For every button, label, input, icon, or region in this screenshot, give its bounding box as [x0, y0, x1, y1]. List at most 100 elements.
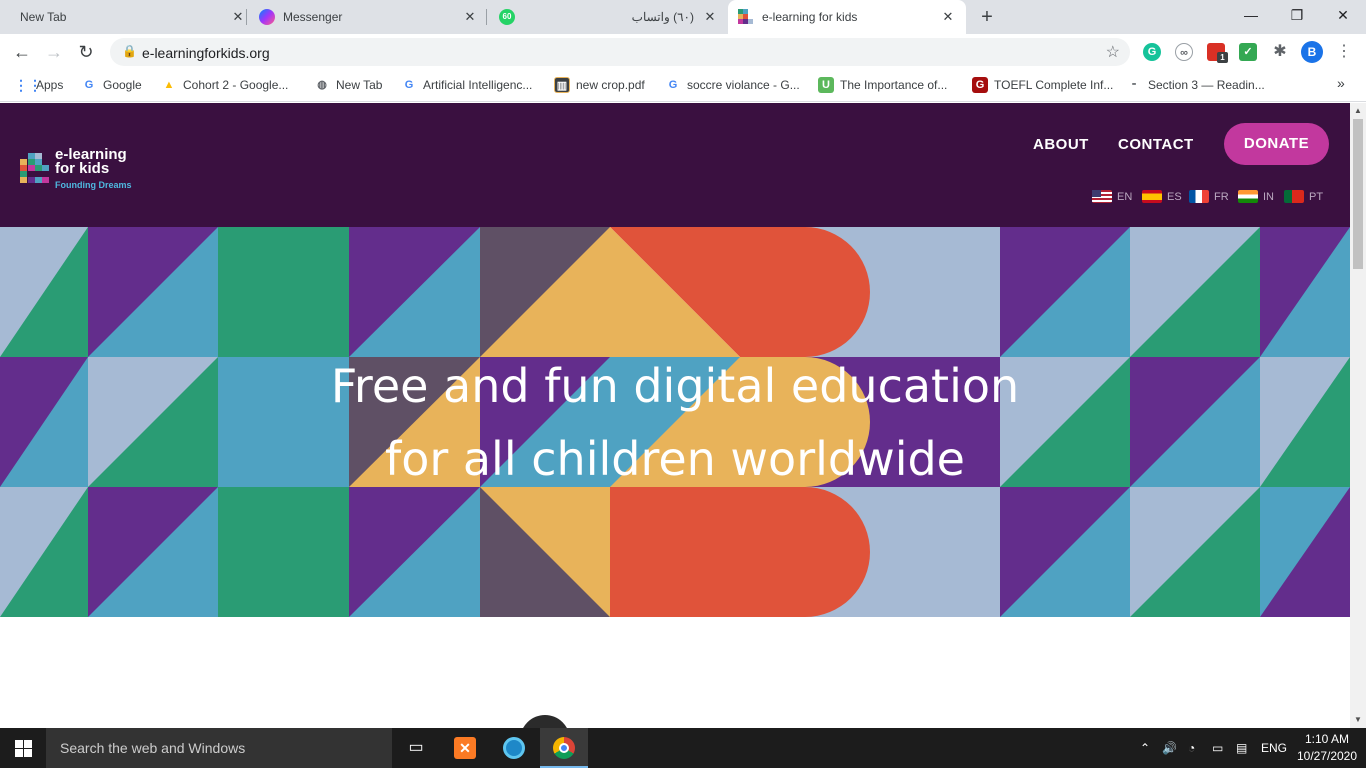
- language-en[interactable]: EN: [1092, 190, 1132, 203]
- url-text: e-learningforkids.org: [142, 45, 270, 61]
- tab-separator: [486, 9, 487, 25]
- apps-grid-icon: ⋮⋮: [14, 77, 42, 93]
- hero-geometric-pattern: [0, 227, 1350, 617]
- logo-mark-icon: [20, 153, 49, 183]
- bookmark-cohort[interactable]: ▲ Cohort 2 - Google...: [161, 77, 289, 95]
- wifi-icon[interactable]: ◔: [1188, 728, 1195, 768]
- nav-contact-link[interactable]: CONTACT: [1118, 136, 1194, 153]
- bookmark-new-tab[interactable]: ◍ New Tab: [314, 77, 382, 95]
- extension-badge: 1: [1217, 52, 1228, 63]
- input-language[interactable]: ENG: [1261, 728, 1287, 768]
- france-flag-icon: [1189, 190, 1209, 203]
- tab-title: (٦٠) واتساب: [631, 10, 694, 24]
- windows-logo-icon: [15, 740, 32, 757]
- bookmark-section-3[interactable]: ⁃ Section 3 — Readin...: [1126, 77, 1264, 95]
- browser-toolbar: ← → ↻ 🔒 e-learningforkids.org ☆ G ∞ 1 ✓ …: [0, 34, 1366, 70]
- profile-avatar[interactable]: B: [1301, 41, 1323, 63]
- volume-icon[interactable]: 🔊: [1162, 728, 1177, 768]
- close-tab-icon[interactable]: ✕: [940, 9, 956, 25]
- taskbar-search-box[interactable]: Search the web and Windows: [46, 728, 392, 768]
- language-pt[interactable]: PT: [1284, 190, 1323, 203]
- close-tab-icon[interactable]: ✕: [702, 9, 718, 25]
- tab-title: Messenger: [283, 10, 343, 24]
- us-flag-icon: [1092, 190, 1112, 203]
- task-view-icon[interactable]: ▭: [392, 728, 440, 768]
- bookmark-star-icon[interactable]: ☆: [1106, 42, 1120, 62]
- tray-chevron-up-icon[interactable]: ⌃: [1140, 728, 1150, 768]
- nav-about-link[interactable]: ABOUT: [1033, 136, 1089, 153]
- donate-button[interactable]: DONATE: [1224, 123, 1329, 165]
- chrome-taskbar-icon[interactable]: [540, 728, 588, 768]
- clock-time: 1:10 AM: [1304, 732, 1350, 746]
- forward-arrow-icon[interactable]: →: [43, 41, 65, 63]
- media-app-icon[interactable]: [490, 728, 538, 768]
- film-reel-logo: [503, 737, 525, 759]
- bookmarks-overflow-button[interactable]: »: [1337, 75, 1345, 93]
- windows-start-button[interactable]: [0, 728, 46, 768]
- extensions-puzzle-icon[interactable]: ✱: [1269, 41, 1291, 63]
- language-fr[interactable]: FR: [1189, 190, 1229, 203]
- tab-whatsapp[interactable]: 60 (٦٠) واتساب ✕: [490, 0, 726, 34]
- scroll-up-arrow-icon[interactable]: ▲: [1350, 103, 1366, 119]
- portugal-flag-icon: [1284, 190, 1304, 203]
- bookmark-toefl[interactable]: G TOEFL Complete Inf...: [972, 77, 1113, 95]
- page-scrollbar[interactable]: ▲ ▼: [1350, 103, 1366, 728]
- tab-new-tab[interactable]: New Tab ✕: [8, 0, 246, 34]
- clock[interactable]: 1:10 AM 10/27/2020: [1294, 731, 1360, 765]
- xampp-app-icon[interactable]: ✕: [441, 728, 489, 768]
- language-es[interactable]: ES: [1142, 190, 1182, 203]
- chrome-logo: [553, 737, 575, 759]
- bookmarks-bar: ⋮⋮Apps G Google ▲ Cohort 2 - Google... ◍ Ne…: [0, 70, 1366, 102]
- bookmark-google[interactable]: G Google: [81, 77, 142, 95]
- google-icon: G: [404, 79, 414, 91]
- minimize-button[interactable]: —: [1228, 0, 1274, 30]
- close-window-button[interactable]: ✕: [1320, 0, 1366, 30]
- menu-kebab-icon[interactable]: ⋮: [1333, 41, 1355, 63]
- site-logo[interactable]: e-learning for kids Founding Dreams: [20, 147, 150, 193]
- e-learning-favicon: [738, 9, 754, 25]
- language-in[interactable]: IN: [1238, 190, 1274, 203]
- spain-flag-icon: [1142, 190, 1162, 203]
- reload-icon[interactable]: ↻: [75, 41, 97, 63]
- hero-heading-line-1: Free and fun digital education: [330, 359, 1020, 413]
- google-icon: G: [668, 79, 678, 91]
- tab-title: e-learning for kids: [762, 10, 858, 24]
- grammarly-icon[interactable]: G: [1143, 43, 1161, 61]
- partial-image: [520, 715, 570, 728]
- adblock-icon[interactable]: 1: [1207, 43, 1228, 63]
- bookmark-apps[interactable]: ⋮⋮Apps: [14, 77, 63, 95]
- scroll-down-arrow-icon[interactable]: ▼: [1350, 712, 1366, 728]
- logo-text: e-learning for kids: [55, 147, 127, 176]
- pdf-icon: ▥: [554, 77, 570, 93]
- bookmark-artificial-intelligence[interactable]: G Artificial Intelligenc...: [401, 77, 533, 95]
- xampp-logo: ✕: [454, 737, 476, 759]
- lock-icon: 🔒: [122, 44, 137, 58]
- site-header: e-learning for kids Founding Dreams ABOU…: [0, 103, 1350, 227]
- globe-icon: ◍: [317, 79, 327, 91]
- close-tab-icon[interactable]: ✕: [230, 9, 246, 25]
- close-tab-icon[interactable]: ✕: [462, 9, 478, 25]
- web-page: e-learning for kids Founding Dreams ABOU…: [0, 103, 1350, 728]
- bookmark-soccre-violance[interactable]: Gsoccre violance - G...: [665, 77, 800, 95]
- windows-taskbar: Search the web and Windows ▭ ✕ ⌃ 🔊 ◔ ▭ ▤…: [0, 728, 1366, 768]
- address-bar[interactable]: 🔒 e-learningforkids.org ☆: [110, 38, 1130, 66]
- india-flag-icon: [1238, 190, 1258, 203]
- dash-icon: ⁃: [1131, 79, 1137, 91]
- battery-icon[interactable]: ▭: [1212, 728, 1223, 768]
- action-center-icon[interactable]: ▤: [1236, 728, 1247, 768]
- tab-e-learning-for-kids[interactable]: e-learning for kids ✕: [728, 0, 966, 34]
- bookmark-new-crop-pdf[interactable]: ▥ new crop.pdf: [554, 77, 645, 95]
- new-tab-button[interactable]: +: [976, 4, 998, 30]
- google-drive-icon: ▲: [163, 79, 175, 91]
- restore-button[interactable]: ❐: [1274, 0, 1320, 30]
- logo-tagline: Founding Dreams: [55, 180, 132, 190]
- tab-messenger[interactable]: Messenger ✕: [250, 0, 486, 34]
- back-arrow-icon[interactable]: ←: [11, 41, 33, 63]
- extension-cloud-icon[interactable]: ∞: [1175, 43, 1193, 61]
- bookmark-importance[interactable]: U The Importance of...: [818, 77, 947, 95]
- extension-green-icon[interactable]: ✓: [1239, 43, 1257, 61]
- tab-title: New Tab: [20, 10, 67, 24]
- g-red-icon: G: [972, 77, 988, 93]
- scroll-thumb[interactable]: [1353, 119, 1363, 269]
- browser-tab-strip: New Tab ✕ Messenger ✕ 60 (٦٠) واتساب ✕ e…: [0, 0, 1366, 34]
